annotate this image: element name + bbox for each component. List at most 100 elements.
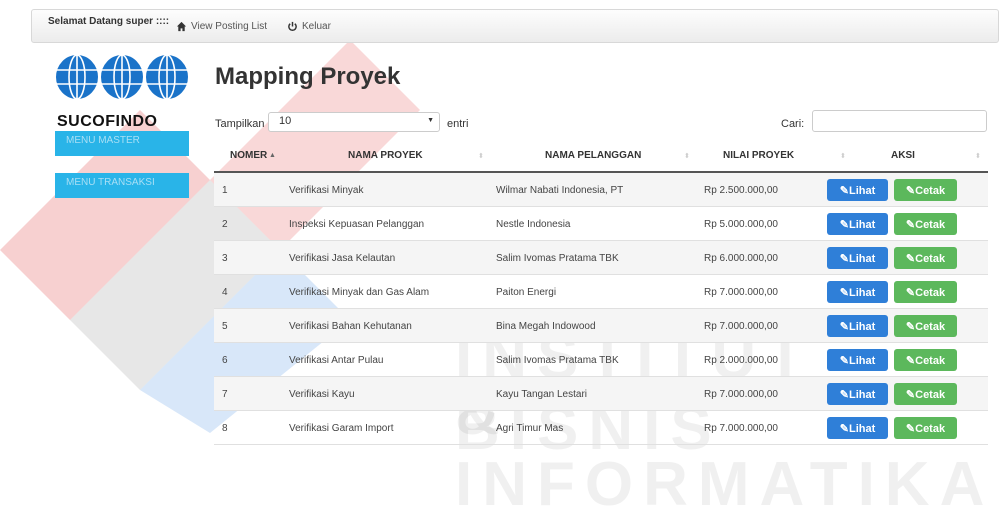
lihat-button[interactable]: ✎Lihat <box>827 417 888 439</box>
cetak-label: Cetak <box>915 423 946 435</box>
cell-nomer: 2 <box>222 219 228 230</box>
cetak-button[interactable]: ✎Cetak <box>894 315 957 337</box>
cell-nama-pelanggan: Salim Ivomas Pratama TBK <box>496 253 619 264</box>
edit-icon: ✎ <box>905 423 916 435</box>
table-row: 1 Verifikasi Minyak Wilmar Nabati Indonesi… <box>214 173 988 207</box>
lihat-label: Lihat <box>848 389 876 401</box>
entries-label: entri <box>447 118 469 130</box>
sidebar-item-menu-master[interactable]: MENU MASTER <box>55 131 189 156</box>
lihat-button[interactable]: ✎Lihat <box>827 247 888 269</box>
cell-nama-pelanggan: Paiton Energi <box>496 287 557 298</box>
view-posting-list-label: View Posting List <box>191 21 267 32</box>
edit-icon: ✎ <box>839 253 849 265</box>
cetak-button[interactable]: ✎Cetak <box>894 179 957 201</box>
table-row: 2 Inspeksi Kepuasan Pelanggan Nestle Indon… <box>214 207 988 241</box>
table-row: 4 Verifikasi Minyak dan Gas Alam Paiton En… <box>214 275 988 309</box>
cell-nomer: 8 <box>222 423 228 434</box>
cell-nama-proyek: Verifikasi Antar Pulau <box>289 355 384 366</box>
lihat-button[interactable]: ✎Lihat <box>827 315 888 337</box>
cell-nama-pelanggan: Nestle Indonesia <box>496 219 571 230</box>
lihat-button[interactable]: ✎Lihat <box>827 383 888 405</box>
table-row: 3 Verifikasi Jasa Kelautan Salim Ivomas Pr… <box>214 241 988 275</box>
cell-nomer: 4 <box>222 287 228 298</box>
table-body: 1 Verifikasi Minyak Wilmar Nabati Indonesi… <box>214 173 988 445</box>
cell-nilai-proyek: Rp 2.500.000,00 <box>704 185 778 196</box>
header-nama-pelanggan[interactable]: NAMA PELANGGAN <box>545 150 641 161</box>
header-nomer[interactable]: NOMER <box>230 150 267 161</box>
cetak-label: Cetak <box>915 321 946 333</box>
table-row: 5 Verifikasi Bahan Kehutanan Bina Megah In… <box>214 309 988 343</box>
page-size-select[interactable]: 10 ▼ <box>268 112 440 132</box>
cell-nomer: 1 <box>222 185 228 196</box>
cell-nama-pelanggan: Wilmar Nabati Indonesia, PT <box>496 185 624 196</box>
logout-label: Keluar <box>302 21 331 32</box>
cell-nama-proyek: Inspeksi Kepuasan Pelanggan <box>289 219 425 230</box>
cetak-button[interactable]: ✎Cetak <box>894 213 957 235</box>
cetak-button[interactable]: ✎Cetak <box>894 281 957 303</box>
edit-icon: ✎ <box>839 355 849 367</box>
edit-icon: ✎ <box>839 185 849 197</box>
lihat-label: Lihat <box>848 321 876 333</box>
logout-link[interactable]: Keluar <box>287 21 331 32</box>
cell-nilai-proyek: Rp 7.000.000,00 <box>704 287 778 298</box>
sort-icon: ⬍ <box>478 153 484 160</box>
cell-nama-proyek: Verifikasi Kayu <box>289 389 355 400</box>
edit-icon: ✎ <box>839 321 849 333</box>
edit-icon: ✎ <box>905 253 916 265</box>
cell-nama-proyek: Verifikasi Minyak dan Gas Alam <box>289 287 430 298</box>
top-navbar: Selamat Datang super :::: View Posting L… <box>31 9 999 43</box>
edit-icon: ✎ <box>905 355 916 367</box>
header-nilai-proyek[interactable]: NILAI PROYEK <box>723 150 794 161</box>
cell-nama-pelanggan: Kayu Tangan Lestari <box>496 389 587 400</box>
cell-nama-pelanggan: Bina Megah Indowood <box>496 321 596 332</box>
lihat-button[interactable]: ✎Lihat <box>827 349 888 371</box>
logo-text: SUCOFINDO <box>57 113 158 130</box>
edit-icon: ✎ <box>905 321 916 333</box>
lihat-button[interactable]: ✎Lihat <box>827 179 888 201</box>
lihat-label: Lihat <box>848 355 876 367</box>
cell-nama-pelanggan: Salim Ivomas Pratama TBK <box>496 355 619 366</box>
cell-nomer: 6 <box>222 355 228 366</box>
lihat-button[interactable]: ✎Lihat <box>827 213 888 235</box>
welcome-text: Selamat Datang super :::: <box>48 16 170 27</box>
cell-nilai-proyek: Rp 7.000.000,00 <box>704 423 778 434</box>
cetak-button[interactable]: ✎Cetak <box>894 247 957 269</box>
edit-icon: ✎ <box>839 389 849 401</box>
sort-icon: ⬍ <box>975 153 981 160</box>
table-row: 7 Verifikasi Kayu Kayu Tangan Lestari Rp 7.… <box>214 377 988 411</box>
header-aksi[interactable]: AKSI <box>891 150 915 161</box>
cell-nilai-proyek: Rp 7.000.000,00 <box>704 389 778 400</box>
cetak-label: Cetak <box>915 355 946 367</box>
dropdown-arrow-icon: ▼ <box>427 117 434 124</box>
header-nama-proyek[interactable]: NAMA PROYEK <box>348 150 423 161</box>
page-size-value: 10 <box>279 115 292 127</box>
cetak-label: Cetak <box>915 219 946 231</box>
cell-nomer: 7 <box>222 389 228 400</box>
cell-nilai-proyek: Rp 6.000.000,00 <box>704 253 778 264</box>
search-input[interactable] <box>812 110 987 132</box>
lihat-label: Lihat <box>848 287 876 299</box>
edit-icon: ✎ <box>905 185 916 197</box>
lihat-label: Lihat <box>848 253 876 265</box>
sort-icon: ⬍ <box>684 153 690 160</box>
cetak-label: Cetak <box>915 287 946 299</box>
cetak-button[interactable]: ✎Cetak <box>894 383 957 405</box>
edit-icon: ✎ <box>905 219 916 231</box>
cetak-label: Cetak <box>915 185 946 197</box>
view-posting-list-link[interactable]: View Posting List <box>176 21 267 32</box>
cell-nama-pelanggan: Agri Timur Mas <box>496 423 564 434</box>
sidebar-item-menu-transaksi[interactable]: MENU TRANSAKSI <box>55 173 189 198</box>
lihat-label: Lihat <box>848 219 876 231</box>
table-row: 8 Verifikasi Garam Import Agri Timur Mas Rp… <box>214 411 988 445</box>
cell-nama-proyek: Verifikasi Minyak <box>289 185 364 196</box>
lihat-button[interactable]: ✎Lihat <box>827 281 888 303</box>
home-icon <box>176 21 187 32</box>
cell-nilai-proyek: Rp 7.000.000,00 <box>704 321 778 332</box>
cetak-button[interactable]: ✎Cetak <box>894 349 957 371</box>
sort-icon: ⬍ <box>840 153 846 160</box>
edit-icon: ✎ <box>905 287 916 299</box>
sort-asc-icon: ▲ <box>269 152 276 159</box>
cetak-button[interactable]: ✎Cetak <box>894 417 957 439</box>
cetak-label: Cetak <box>915 389 946 401</box>
cell-nama-proyek: Verifikasi Garam Import <box>289 423 394 434</box>
